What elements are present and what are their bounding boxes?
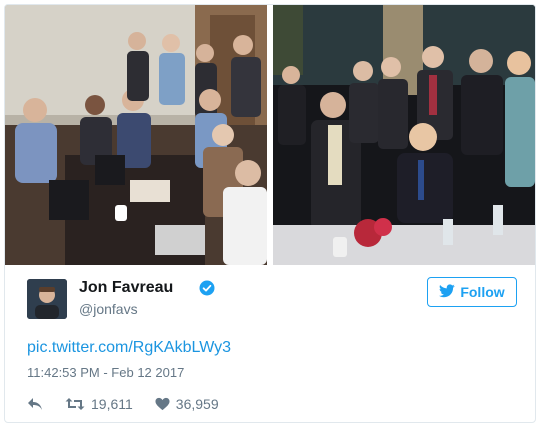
retweet-count: 19,611 bbox=[91, 396, 133, 412]
retweet-button[interactable]: 19,611 bbox=[65, 396, 133, 412]
follow-button[interactable]: Follow bbox=[427, 277, 517, 307]
tweet-actions: 19,611 36,959 bbox=[27, 394, 241, 414]
tweet-timestamp[interactable]: 11:42:53 PM - Feb 12 2017 bbox=[27, 365, 184, 380]
photo-situation-room[interactable] bbox=[5, 5, 267, 265]
verified-badge-icon bbox=[199, 280, 215, 296]
like-button[interactable]: 36,959 bbox=[155, 396, 219, 412]
heart-icon bbox=[155, 397, 170, 411]
reply-button[interactable] bbox=[27, 397, 43, 411]
photo-dinner-table[interactable] bbox=[273, 5, 535, 265]
like-count: 36,959 bbox=[175, 396, 219, 412]
author-name[interactable]: Jon Favreau bbox=[79, 279, 173, 297]
tweet-card: Jon Favreau @jonfavs Follow pic.twitter.… bbox=[4, 4, 536, 423]
avatar-image bbox=[27, 279, 67, 319]
retweet-icon bbox=[65, 397, 85, 411]
twitter-bird-icon bbox=[439, 283, 456, 301]
avatar[interactable] bbox=[27, 279, 67, 319]
author-handle[interactable]: @jonfavs bbox=[79, 301, 138, 317]
follow-label: Follow bbox=[460, 284, 505, 300]
tweet-header: Jon Favreau @jonfavs Follow bbox=[27, 277, 517, 323]
tweet-media-link[interactable]: pic.twitter.com/RgKAkbLWy3 bbox=[27, 339, 231, 357]
tweet-media bbox=[5, 5, 535, 265]
photo-dinner-table-image bbox=[273, 5, 535, 265]
photo-situation-room-image bbox=[5, 5, 267, 265]
reply-icon bbox=[27, 397, 43, 411]
